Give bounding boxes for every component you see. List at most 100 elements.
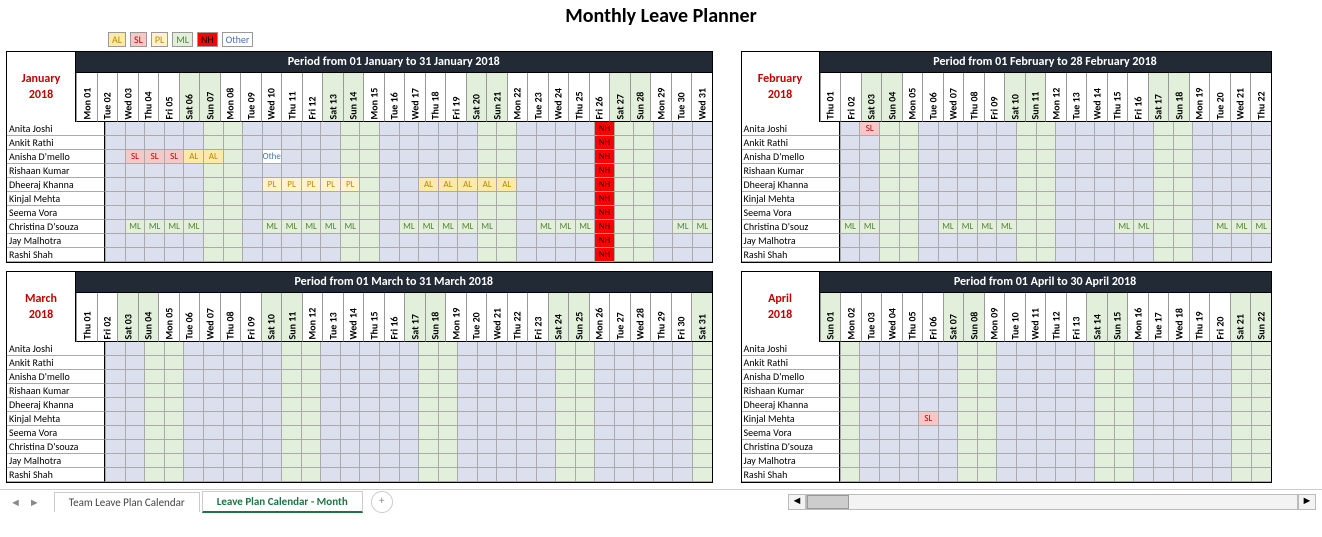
day-cell[interactable]: [496, 248, 516, 262]
tab-nav[interactable]: ◄ ►: [10, 496, 54, 509]
day-cell[interactable]: [633, 206, 653, 220]
day-cell[interactable]: [399, 370, 419, 384]
day-cell[interactable]: [1212, 192, 1232, 206]
day-cell[interactable]: [918, 122, 938, 136]
day-cell[interactable]: [692, 150, 712, 164]
day-cell[interactable]: [1231, 192, 1251, 206]
day-cell[interactable]: [1192, 412, 1212, 426]
day-cell[interactable]: [899, 220, 919, 234]
day-cell[interactable]: ML: [536, 220, 556, 234]
day-cell[interactable]: [938, 178, 958, 192]
day-cell[interactable]: [164, 468, 184, 482]
day-cell[interactable]: [859, 468, 879, 482]
day-cell[interactable]: [1251, 426, 1271, 440]
day-cell[interactable]: [105, 468, 125, 482]
day-cell[interactable]: [438, 248, 458, 262]
day-cell[interactable]: [938, 248, 958, 262]
day-cell[interactable]: [555, 342, 575, 356]
day-cell[interactable]: [1153, 136, 1173, 150]
day-cell[interactable]: [223, 164, 243, 178]
day-cell[interactable]: [223, 468, 243, 482]
day-cell[interactable]: [516, 192, 536, 206]
day-cell[interactable]: [555, 454, 575, 468]
day-cell[interactable]: [899, 440, 919, 454]
day-cell[interactable]: [418, 398, 438, 412]
day-cell[interactable]: [1173, 370, 1193, 384]
day-cell[interactable]: [496, 440, 516, 454]
day-cell[interactable]: [203, 192, 223, 206]
day-cell[interactable]: ML: [281, 220, 301, 234]
day-cell[interactable]: [496, 150, 516, 164]
day-cell[interactable]: [1016, 206, 1036, 220]
day-cell[interactable]: [938, 370, 958, 384]
day-cell[interactable]: [1133, 454, 1153, 468]
day-cell[interactable]: [223, 220, 243, 234]
day-cell[interactable]: [105, 150, 125, 164]
day-cell[interactable]: [516, 356, 536, 370]
day-cell[interactable]: [879, 370, 899, 384]
day-cell[interactable]: [340, 342, 360, 356]
day-cell[interactable]: [496, 398, 516, 412]
day-cell[interactable]: [1133, 370, 1153, 384]
day-cell[interactable]: [977, 440, 997, 454]
day-cell[interactable]: [1055, 164, 1075, 178]
day-cell[interactable]: [164, 454, 184, 468]
day-cell[interactable]: [555, 192, 575, 206]
day-cell[interactable]: [1251, 248, 1271, 262]
day-cell[interactable]: [438, 150, 458, 164]
day-cell[interactable]: [164, 164, 184, 178]
day-cell[interactable]: [301, 234, 321, 248]
day-cell[interactable]: [692, 440, 712, 454]
day-cell[interactable]: [320, 206, 340, 220]
day-cell[interactable]: [301, 150, 321, 164]
day-cell[interactable]: [144, 440, 164, 454]
day-cell[interactable]: [125, 122, 145, 136]
day-cell[interactable]: [840, 234, 860, 248]
day-cell[interactable]: [301, 248, 321, 262]
day-cell[interactable]: [672, 150, 692, 164]
day-cell[interactable]: [1075, 220, 1095, 234]
day-cell[interactable]: [840, 164, 860, 178]
day-cell[interactable]: [672, 122, 692, 136]
day-cell[interactable]: ML: [477, 220, 497, 234]
day-cell[interactable]: [320, 412, 340, 426]
day-cell[interactable]: [899, 164, 919, 178]
day-cell[interactable]: NH: [594, 248, 614, 262]
day-cell[interactable]: [359, 384, 379, 398]
day-cell[interactable]: [692, 164, 712, 178]
day-cell[interactable]: [1231, 384, 1251, 398]
day-cell[interactable]: ML: [1133, 220, 1153, 234]
day-cell[interactable]: [859, 440, 879, 454]
day-cell[interactable]: [977, 412, 997, 426]
day-cell[interactable]: [957, 440, 977, 454]
day-cell[interactable]: [977, 192, 997, 206]
day-cell[interactable]: [1036, 440, 1056, 454]
day-cell[interactable]: [359, 248, 379, 262]
day-cell[interactable]: [899, 136, 919, 150]
day-cell[interactable]: [1251, 206, 1271, 220]
day-cell[interactable]: [359, 342, 379, 356]
day-cell[interactable]: [575, 206, 595, 220]
day-cell[interactable]: [320, 468, 340, 482]
day-cell[interactable]: [957, 356, 977, 370]
day-cell[interactable]: [379, 342, 399, 356]
day-cell[interactable]: [536, 136, 556, 150]
day-cell[interactable]: [105, 412, 125, 426]
day-cell[interactable]: [1153, 440, 1173, 454]
day-cell[interactable]: [840, 356, 860, 370]
day-cell[interactable]: [1153, 220, 1173, 234]
day-cell[interactable]: [1055, 454, 1075, 468]
day-cell[interactable]: [840, 468, 860, 482]
day-cell[interactable]: [879, 342, 899, 356]
day-cell[interactable]: [840, 384, 860, 398]
day-cell[interactable]: [859, 454, 879, 468]
day-cell[interactable]: [262, 370, 282, 384]
day-cell[interactable]: [899, 234, 919, 248]
day-cell[interactable]: [359, 150, 379, 164]
day-cell[interactable]: [457, 342, 477, 356]
day-cell[interactable]: [1192, 136, 1212, 150]
day-cell[interactable]: [1094, 468, 1114, 482]
day-cell[interactable]: [1212, 206, 1232, 220]
day-cell[interactable]: [1075, 412, 1095, 426]
day-cell[interactable]: [1231, 454, 1251, 468]
